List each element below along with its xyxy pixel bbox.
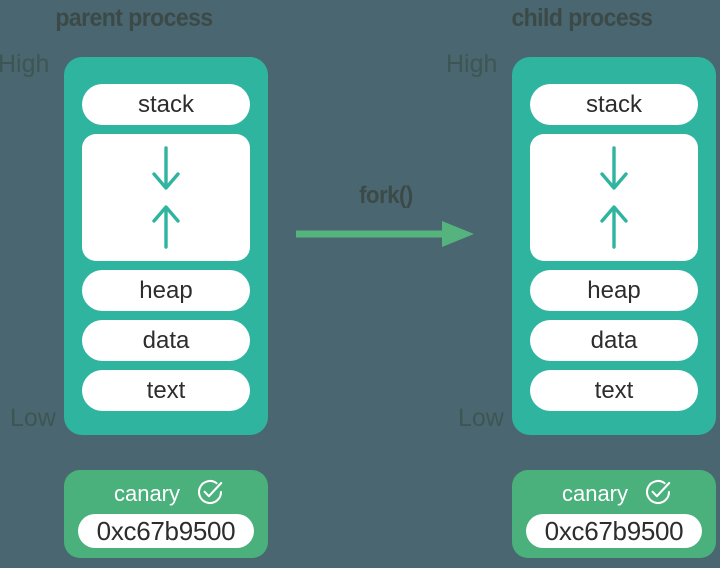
child-segment-gap bbox=[530, 134, 698, 261]
child-segment-text: text bbox=[530, 370, 698, 411]
parent-segment-heap: heap bbox=[82, 270, 250, 311]
parent-canary-label: canary bbox=[113, 481, 181, 506]
parent-segment-data: data bbox=[82, 320, 250, 361]
fork-transition-group: fork() bbox=[296, 182, 476, 250]
arrow-up-icon bbox=[149, 203, 183, 249]
check-circle-icon bbox=[196, 478, 224, 511]
parent-segment-stack: stack bbox=[82, 84, 250, 125]
check-circle-icon bbox=[644, 478, 672, 511]
child-canary-header: canary bbox=[526, 478, 702, 510]
child-process-title: child process bbox=[511, 4, 653, 32]
parent-low-address-label: Low bbox=[10, 404, 56, 432]
parent-segment-gap bbox=[82, 134, 250, 261]
arrow-down-icon bbox=[597, 146, 631, 192]
child-segment-heap: heap bbox=[530, 270, 698, 311]
child-canary-box: canary 0xc67b9500 bbox=[512, 470, 716, 558]
child-low-address-label: Low bbox=[458, 404, 504, 432]
right-arrow-icon bbox=[296, 218, 476, 255]
parent-canary-header: canary bbox=[78, 478, 254, 510]
arrow-up-icon bbox=[597, 203, 631, 249]
child-segment-data: data bbox=[530, 320, 698, 361]
parent-canary-value: 0xc67b9500 bbox=[78, 514, 254, 548]
child-canary-value: 0xc67b9500 bbox=[526, 514, 702, 548]
parent-segment-text: text bbox=[82, 370, 250, 411]
child-high-address-label: High bbox=[446, 50, 498, 78]
parent-process-title: parent process bbox=[55, 4, 213, 32]
fork-memory-diagram: parent process High Low stack heap data … bbox=[0, 0, 720, 568]
parent-canary-box: canary 0xc67b9500 bbox=[64, 470, 268, 558]
arrow-down-icon bbox=[149, 146, 183, 192]
fork-label: fork() bbox=[359, 182, 413, 209]
child-segment-stack: stack bbox=[530, 84, 698, 125]
parent-memory-box: stack heap data text bbox=[64, 57, 268, 435]
child-memory-box: stack heap data text bbox=[512, 57, 716, 435]
child-canary-label: canary bbox=[561, 481, 629, 506]
child-process-column: child process High Low stack heap data t… bbox=[446, 0, 716, 568]
parent-high-address-label: High bbox=[0, 50, 50, 78]
parent-process-column: parent process High Low stack heap data … bbox=[0, 0, 268, 568]
